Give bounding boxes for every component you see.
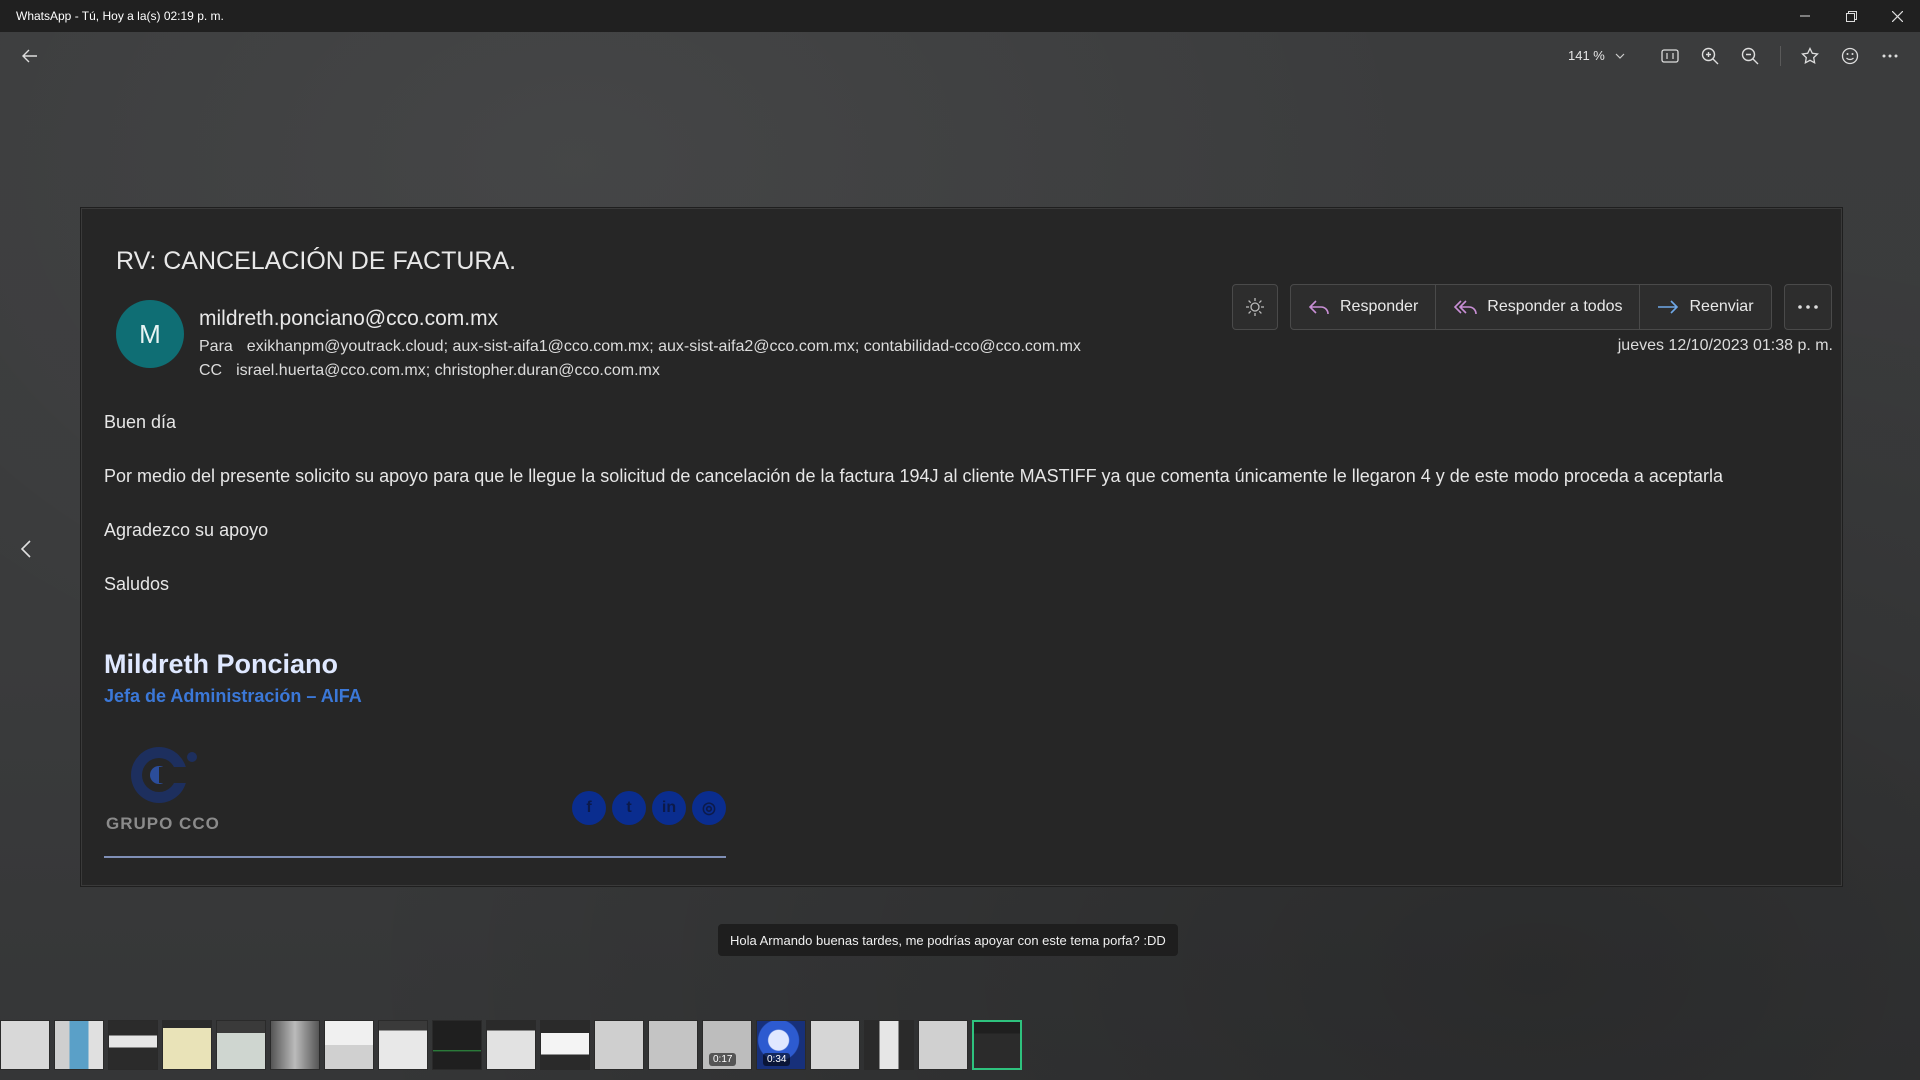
fit-to-window-icon[interactable] (1656, 42, 1684, 70)
reply-all-button[interactable]: Responder a todos (1436, 285, 1641, 329)
viewer-toolbar: 141 % (0, 32, 1920, 80)
sender-email: mildreth.ponciano@cco.com.mx (199, 307, 499, 330)
filmstrip-thumb[interactable] (864, 1020, 914, 1070)
title-bar: WhatsApp - Tú, Hoy a la(s) 02:19 p. m. (0, 0, 1920, 32)
reply-button[interactable]: Responder (1291, 285, 1437, 329)
chevron-left-icon (20, 540, 31, 558)
filmstrip-thumb[interactable] (486, 1020, 536, 1070)
body-thanks: Agradezco su apoyo (104, 520, 269, 540)
signature-name: Mildreth Ponciano (104, 649, 339, 679)
window-title: WhatsApp - Tú, Hoy a la(s) 02:19 p. m. (16, 9, 224, 23)
cc-row: CC israel.huerta@cco.com.mx; christopher.… (199, 362, 660, 380)
media-filmstrip: 0:17 0:34 (0, 1020, 1022, 1072)
sun-icon (1246, 298, 1264, 316)
facebook-icon[interactable]: f (572, 791, 606, 825)
filmstrip-thumb[interactable] (216, 1020, 266, 1070)
email-subject: RV: CANCELACIÓN DE FACTURA. (116, 247, 517, 275)
reply-all-icon (1454, 300, 1478, 315)
media-caption: Hola Armando buenas tardes, me podrías a… (718, 924, 1178, 956)
reply-label: Responder (1340, 298, 1419, 315)
to-row: Para exikhanpm@youtrack.cloud; aux-sist-a… (199, 338, 1081, 356)
filmstrip-thumb-selected[interactable] (972, 1020, 1022, 1070)
linkedin-icon[interactable]: in (652, 791, 686, 825)
reply-all-label: Responder a todos (1487, 298, 1623, 315)
filmstrip-thumb[interactable] (378, 1020, 428, 1070)
filmstrip-thumb[interactable] (432, 1020, 482, 1070)
toolbar-divider (1780, 46, 1781, 66)
reply-button-group: Responder Responder a todos Reenviar (1290, 284, 1772, 330)
chevron-down-icon (1615, 53, 1625, 59)
filmstrip-thumb[interactable] (648, 1020, 698, 1070)
emoji-icon[interactable] (1836, 42, 1864, 70)
signature-role: Jefa de Administración – AIFA (104, 686, 362, 706)
filmstrip-thumb[interactable] (108, 1020, 158, 1070)
body-paragraph: Por medio del presente solicito su apoyo… (104, 466, 1723, 486)
email-screenshot: RV: CANCELACIÓN DE FACTURA. M mildreth.p… (81, 208, 1842, 886)
theme-toggle-button[interactable] (1232, 284, 1278, 330)
video-duration: 0:17 (709, 1053, 737, 1066)
forward-label: Reenviar (1689, 298, 1754, 315)
close-button[interactable] (1874, 0, 1920, 32)
zoom-dropdown[interactable]: 141 % (1568, 48, 1625, 63)
email-actions: Responder Responder a todos Reenviar (1232, 284, 1832, 330)
avatar: M (116, 300, 184, 368)
filmstrip-video-thumb[interactable]: 0:17 (702, 1020, 752, 1070)
zoom-out-icon[interactable] (1736, 42, 1764, 70)
social-links: f t in ◎ (572, 791, 726, 825)
star-icon[interactable] (1796, 42, 1824, 70)
filmstrip-thumb[interactable] (0, 1020, 50, 1070)
filmstrip-thumb[interactable] (54, 1020, 104, 1070)
minimize-button[interactable] (1782, 0, 1828, 32)
signature-divider (104, 856, 726, 858)
zoom-level: 141 % (1568, 48, 1605, 63)
more-options-icon (1797, 305, 1818, 309)
email-date: jueves 12/10/2023 01:38 p. m. (1617, 337, 1833, 354)
to-label: Para (199, 338, 233, 355)
more-options-icon[interactable] (1876, 42, 1904, 70)
zoom-in-icon[interactable] (1696, 42, 1724, 70)
logo-text: GRUPO CCO (106, 814, 220, 833)
body-closing: Saludos (104, 574, 170, 594)
filmstrip-thumb[interactable] (270, 1020, 320, 1070)
filmstrip-thumb[interactable] (594, 1020, 644, 1070)
filmstrip-thumb[interactable] (918, 1020, 968, 1070)
video-duration: 0:34 (763, 1053, 791, 1066)
filmstrip-thumb[interactable] (810, 1020, 860, 1070)
cc-recipients: israel.huerta@cco.com.mx; christopher.du… (236, 362, 660, 379)
back-arrow-icon[interactable] (16, 42, 44, 70)
twitter-icon[interactable]: t (612, 791, 646, 825)
to-recipients: exikhanpm@youtrack.cloud; aux-sist-aifa1… (246, 338, 1081, 355)
reply-icon (1308, 300, 1329, 315)
instagram-icon[interactable]: ◎ (692, 791, 726, 825)
cc-label: CC (199, 362, 223, 379)
filmstrip-thumb[interactable] (540, 1020, 590, 1070)
body-greeting: Buen día (104, 412, 177, 432)
filmstrip-video-thumb[interactable]: 0:34 (756, 1020, 806, 1070)
forward-button[interactable]: Reenviar (1640, 285, 1770, 329)
forward-icon (1658, 300, 1679, 314)
filmstrip-thumb[interactable] (324, 1020, 374, 1070)
filmstrip-thumb[interactable] (162, 1020, 212, 1070)
email-more-button[interactable] (1783, 284, 1832, 330)
restore-button[interactable] (1828, 0, 1874, 32)
previous-image-button[interactable] (20, 540, 32, 563)
